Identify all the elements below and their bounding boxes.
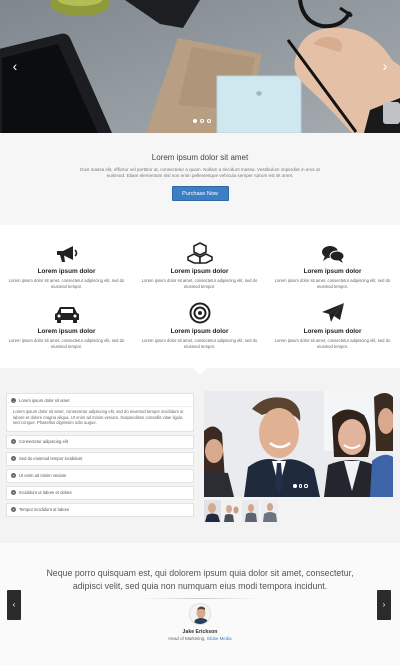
testimonial-quote: Neque porro quisquam est, qui dolorem ip… — [46, 568, 354, 591]
person-role: Head of Marketing, Globe Media — [0, 636, 400, 641]
gallery-thumbnail[interactable] — [242, 500, 259, 522]
feature-item: Lorem ipsum dolor Lorem ipsum dolor sit … — [137, 242, 262, 289]
cubes-icon — [137, 242, 262, 264]
accordion-label: Ut enim ad minim veniam — [19, 473, 67, 479]
hero-photo — [0, 0, 400, 133]
feature-title: Lorem ipsum dolor — [170, 268, 229, 275]
feature-title: Lorem ipsum dolor — [303, 328, 362, 335]
feature-text: Lorem ipsum dolor sit amet, consectetur … — [141, 338, 258, 349]
accordion-label: Consectetur adipiscing elit — [19, 439, 68, 445]
plus-circle-icon: + — [11, 490, 16, 496]
team-photo — [204, 391, 393, 497]
accordion-header[interactable]: + Incididunt ut labore et dolore — [7, 487, 193, 499]
plus-circle-icon: + — [11, 473, 16, 479]
intro-text: Duis massa elit, efficitur vel porttitor… — [80, 167, 320, 178]
feature-title: Lorem ipsum dolor — [37, 268, 96, 275]
accordion-item[interactable]: – Lorem ipsum dolor sit amet Lorem ipsum… — [6, 393, 194, 432]
accordion-label: Sed do eiusmod tempor incididunt — [19, 456, 83, 462]
feature-item: Lorem ipsum dolor Lorem ipsum dolor sit … — [4, 302, 129, 349]
megaphone-icon — [4, 242, 129, 264]
accordion-header[interactable]: + Ut enim ad minim veniam — [7, 470, 193, 482]
accordion-item[interactable]: + Incididunt ut labore et dolore — [6, 485, 194, 500]
accordion-body: Lorem ipsum dolor sit amet, consectetur … — [7, 406, 193, 431]
company-link[interactable]: Globe Media — [207, 636, 232, 641]
feature-item: Lorem ipsum dolor Lorem ipsum dolor sit … — [4, 242, 129, 289]
chevron-right-icon: › — [382, 58, 388, 74]
chevron-left-icon: ‹ — [12, 600, 16, 609]
feature-text: Lorem ipsum dolor sit amet, consectetur … — [141, 278, 258, 289]
chevron-left-icon: ‹ — [12, 58, 18, 74]
hero-dot[interactable] — [207, 119, 211, 123]
gallery-thumbnail[interactable] — [261, 500, 278, 522]
accordion-item[interactable]: + Tempor incididunt ut labore — [6, 502, 194, 517]
section-divider-arrow — [193, 368, 207, 375]
testimonial-next-button[interactable]: › — [377, 590, 391, 620]
quote-divider — [140, 598, 260, 599]
hero-prev-arrow[interactable]: ‹ — [8, 58, 22, 74]
plus-circle-icon: + — [11, 456, 16, 462]
plus-circle-icon: + — [11, 439, 16, 445]
hero-pagination — [193, 119, 211, 123]
feature-text: Lorem ipsum dolor sit amet, consectetur … — [8, 278, 125, 289]
gallery-dot[interactable] — [293, 484, 297, 488]
hero-dot[interactable] — [200, 119, 204, 123]
chat-bubbles-icon — [270, 242, 395, 264]
accordion-header[interactable]: + Consectetur adipiscing elit — [7, 436, 193, 448]
intro-title: Lorem ipsum dolor sit amet — [151, 153, 249, 162]
testimonial-section: Neque porro quisquam est, qui dolorem ip… — [0, 543, 400, 665]
feature-text: Lorem ipsum dolor sit amet, consectetur … — [8, 338, 125, 349]
plus-circle-icon: + — [11, 507, 16, 513]
gallery-thumbnails — [204, 500, 278, 522]
gallery-pagination — [293, 484, 308, 488]
accordion-item[interactable]: + Ut enim ad minim veniam — [6, 468, 194, 483]
accordion-item[interactable]: + Sed do eiusmod tempor incididunt — [6, 451, 194, 466]
accordion-label: Incididunt ut labore et dolore — [19, 490, 72, 496]
accordion-label: Lorem ipsum dolor sit amet — [19, 397, 70, 403]
person-name: Jake Erickson — [182, 629, 218, 635]
gallery-dot[interactable] — [298, 484, 302, 488]
accordion-label: Tempor incididunt ut labore — [19, 507, 70, 513]
purchase-now-button[interactable]: Purchase Now — [171, 186, 229, 201]
accordion-header[interactable]: + Sed do eiusmod tempor incididunt — [7, 453, 193, 465]
testimonial-prev-button[interactable]: ‹ — [7, 590, 21, 620]
person-title: Head of Marketing, — [168, 636, 206, 641]
team-photo-slider — [204, 391, 393, 497]
hero-slider: ‹ › — [0, 0, 400, 133]
feature-item: Lorem ipsum dolor Lorem ipsum dolor sit … — [137, 302, 262, 349]
features-grid: Lorem ipsum dolor Lorem ipsum dolor sit … — [0, 225, 400, 368]
accordion-header[interactable]: – Lorem ipsum dolor sit amet — [7, 394, 193, 406]
intro-section: Lorem ipsum dolor sit amet Duis massa el… — [0, 133, 400, 225]
car-icon — [4, 302, 129, 324]
gallery-thumbnail[interactable] — [204, 500, 221, 522]
chevron-right-icon: › — [382, 600, 386, 609]
feature-text: Lorem ipsum dolor sit amet, consectetur … — [274, 278, 391, 289]
feature-title: Lorem ipsum dolor — [37, 328, 96, 335]
feature-title: Lorem ipsum dolor — [303, 268, 362, 275]
gallery-dot[interactable] — [304, 484, 308, 488]
avatar — [189, 603, 211, 625]
hero-dot[interactable] — [193, 119, 197, 123]
target-icon — [137, 302, 262, 324]
feature-text: Lorem ipsum dolor sit amet, consectetur … — [274, 338, 391, 349]
accordion-header[interactable]: + Tempor incididunt ut labore — [7, 504, 193, 516]
minus-circle-icon: – — [11, 397, 16, 403]
hero-next-arrow[interactable]: › — [378, 58, 392, 74]
feature-item: Lorem ipsum dolor Lorem ipsum dolor sit … — [270, 302, 395, 349]
accordion-item[interactable]: + Consectetur adipiscing elit — [6, 434, 194, 449]
accordion: – Lorem ipsum dolor sit amet Lorem ipsum… — [6, 393, 194, 520]
feature-title: Lorem ipsum dolor — [170, 328, 229, 335]
feature-item: Lorem ipsum dolor Lorem ipsum dolor sit … — [270, 242, 395, 289]
gallery-thumbnail[interactable] — [223, 500, 240, 522]
paper-plane-icon — [270, 302, 395, 324]
